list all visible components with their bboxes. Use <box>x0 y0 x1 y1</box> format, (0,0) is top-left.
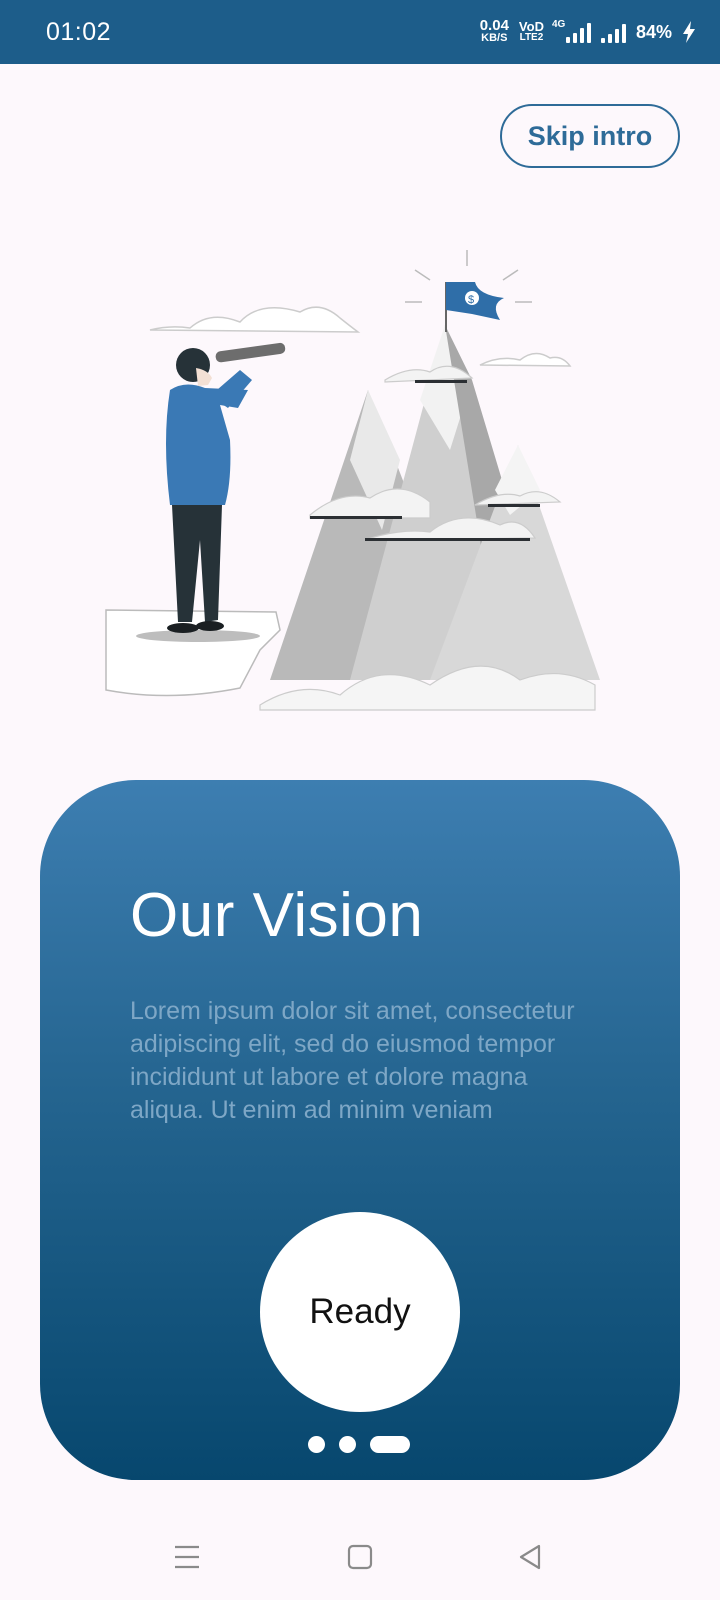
card-description: Lorem ipsum dolor sit amet, consectetur … <box>130 997 575 1124</box>
home-icon[interactable] <box>335 1532 385 1582</box>
network-speed: 0.04 KB/S <box>479 17 509 44</box>
signal-4g-icon: 4G <box>551 19 591 43</box>
vod-label: VoD <box>518 19 544 34</box>
vod-lte-icon: VoD LTE2 <box>518 19 544 43</box>
status-bar: 01:02 0.04 KB/S VoD LTE2 4G 84% <box>0 0 720 64</box>
page-indicator <box>308 1436 410 1453</box>
screen: 01:02 0.04 KB/S VoD LTE2 4G 84% Skip int… <box>0 0 720 1600</box>
page-dot-3-active[interactable] <box>370 1436 410 1453</box>
status-icons: 0.04 KB/S VoD LTE2 4G 84% <box>479 17 696 44</box>
explorer-mountain-illustration: $ <box>105 250 600 711</box>
signal-icon <box>600 21 626 43</box>
page-dot-2[interactable] <box>339 1436 356 1453</box>
skip-intro-button[interactable]: Skip intro <box>500 104 680 168</box>
lte-label: LTE2 <box>519 32 544 43</box>
card-title: Our Vision <box>130 881 424 950</box>
network-type: 4G <box>551 19 566 30</box>
ready-button[interactable]: Ready <box>260 1212 460 1412</box>
menu-icon[interactable] <box>162 1532 212 1582</box>
status-time: 01:02 <box>46 17 112 46</box>
charging-bolt-icon <box>683 21 695 43</box>
back-icon[interactable] <box>505 1532 555 1582</box>
network-speed-value: 0.04 <box>479 17 509 34</box>
battery-percentage: 84% <box>635 21 672 42</box>
network-speed-unit: KB/S <box>481 32 508 44</box>
system-navigation-bar <box>0 1510 720 1600</box>
svg-text:$: $ <box>468 294 474 306</box>
onboarding-card: Our Vision Lorem ipsum dolor sit amet, c… <box>40 780 680 1480</box>
page-dot-1[interactable] <box>308 1436 325 1453</box>
